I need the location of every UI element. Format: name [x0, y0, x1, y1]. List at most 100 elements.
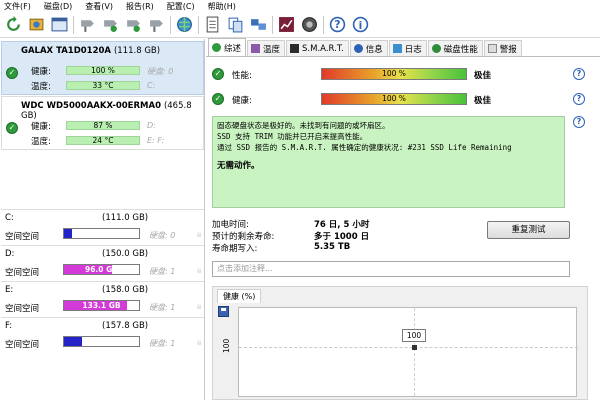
health-label: 健康: [31, 122, 51, 132]
log-icon [392, 44, 402, 53]
grip-icon: ⁞⁞ [197, 232, 201, 239]
volume-disk-note: 硬盘: 1 [149, 267, 176, 276]
toolbar-separator [272, 15, 273, 34]
performance-verdict: 极佳 [474, 71, 492, 81]
disk-item[interactable]: WDC WD5000AAKX-00ERMA0 (465.8 GB) ✓ 健康: … [1, 96, 204, 150]
menu-report[interactable]: 报告(R) [126, 1, 154, 12]
health-label: 健康: [31, 67, 51, 77]
tool1-icon[interactable] [77, 15, 97, 35]
health-bar: 100 % [321, 93, 467, 105]
tab-info[interactable]: 信息 [349, 40, 388, 56]
health-chart-panel: 健康 (%) 100 100 [212, 286, 588, 400]
tab-disk-performance[interactable]: 磁盘性能 [427, 40, 483, 56]
grip-icon: ⁞⁞ [197, 268, 201, 275]
comment-input[interactable]: 点击添加注释... [212, 261, 570, 277]
info-icon[interactable]: i [350, 15, 370, 35]
toolbar-separator [73, 15, 74, 34]
svg-text:i: i [358, 19, 362, 32]
menu-view[interactable]: 查看(V) [85, 1, 113, 12]
temperature-label: 温度: [31, 137, 51, 147]
health-bar: 100 % [66, 66, 140, 75]
status-ok-icon: ✓ [212, 68, 224, 80]
free-space-bar: 38.2 GB [63, 336, 140, 347]
y-axis-tick-label: 100 [222, 338, 231, 353]
lifetime-writes-label: 寿命期写入: [212, 244, 258, 254]
settings-icon[interactable] [26, 15, 46, 35]
remaining-life-label: 预计的剩余寿命: [212, 232, 275, 242]
volume-letter: F: [5, 321, 13, 331]
overview-icon [212, 43, 221, 52]
grid-line [239, 347, 578, 348]
volume-disk-note: 硬盘: 1 [149, 339, 176, 348]
health-chart: 100 [238, 307, 578, 397]
performance-bar: 100 % [321, 68, 467, 80]
menu-config[interactable]: 配置(C) [167, 1, 195, 12]
health-verdict: 极佳 [474, 96, 492, 106]
toolbar: ? i [0, 12, 600, 38]
window-icon[interactable] [49, 15, 69, 35]
power-on-time-label: 加电时间: [212, 220, 249, 230]
save-icon[interactable] [218, 306, 229, 317]
message-line: SSD 支持 TRIM 功能并已开启来提高性能。 [217, 132, 368, 141]
chart-tab-health[interactable]: 健康 (%) [217, 289, 262, 303]
tab-log[interactable]: 日志 [388, 40, 427, 56]
grip-icon: ⁞⁞ [197, 340, 201, 347]
tab-alerts[interactable]: 警报 [483, 40, 522, 56]
globe-icon[interactable] [174, 15, 194, 35]
temperature-bar: 24 °C [66, 136, 140, 145]
volume-letter: E: [5, 285, 14, 295]
disk-name: GALAX TA1D0120A (111.8 GB) [21, 46, 161, 56]
disk-item[interactable]: GALAX TA1D0120A (111.8 GB) ✓ 健康: 100 % 硬… [1, 41, 204, 95]
thermometer-icon [251, 44, 261, 53]
volume-letter: D: [5, 249, 15, 259]
menu-bar: 文件(F) 磁盘(D) 查看(V) 报告(R) 配置(C) 帮助(H) [0, 0, 600, 12]
menu-file[interactable]: 文件(F) [4, 1, 31, 12]
volume-capacity: (158.0 GB) [102, 285, 149, 295]
tab-bar: 综述 温度 S.M.A.R.T. 信息 日志 磁盘性能 警报 [206, 38, 600, 57]
help-icon[interactable]: ? [573, 68, 585, 80]
disk-note: 硬盘: 0 [147, 67, 174, 76]
page-icon[interactable] [202, 15, 222, 35]
free-space-bar: 96.0 GB [63, 264, 140, 275]
volume-item[interactable]: F: (157.8 GB) 空间空间 38.2 GB 硬盘: 1 ⁞⁞ [1, 317, 204, 353]
tool2-icon[interactable] [100, 15, 120, 35]
tool3-icon[interactable] [123, 15, 143, 35]
free-space-value: 38.2 GB [85, 337, 118, 346]
temperature-label: 温度: [31, 82, 51, 92]
refresh-icon[interactable] [3, 15, 23, 35]
help-icon[interactable]: ? [573, 93, 585, 105]
help-icon[interactable]: ? [573, 116, 585, 128]
svg-text:?: ? [334, 18, 340, 31]
tab-temperature[interactable]: 温度 [247, 40, 286, 56]
menu-help[interactable]: 帮助(H) [208, 1, 236, 12]
free-space-label: 空间空间 [5, 232, 40, 242]
tool4-icon[interactable] [146, 15, 166, 35]
chart-icon[interactable] [276, 15, 296, 35]
free-space-label: 空间空间 [5, 304, 40, 314]
copy-icon[interactable] [225, 15, 245, 35]
camera-icon[interactable] [299, 15, 319, 35]
message-line: 通过 SSD 报告的 S.M.A.R.T. 属性确定的健康状况: #231 SS… [217, 143, 512, 152]
volume-capacity: (157.8 GB) [102, 321, 149, 331]
disk-name: WDC WD5000AAKX-00ERMA0 (465.8 GB) [21, 101, 192, 121]
network-icon[interactable] [248, 15, 268, 35]
volume-item[interactable]: C: (111.0 GB) 空间空间 11.8 GB 硬盘: 0 ⁞⁞ [1, 209, 204, 245]
disk-partitions: E: F: [147, 136, 165, 145]
volume-capacity: (111.0 GB) [102, 213, 149, 223]
status-message-box: 固态硬盘状态是极好的。未找到有问题的或坏扇区。 SSD 支持 TRIM 功能并已… [212, 116, 565, 208]
tab-overview[interactable]: 综述 [208, 38, 247, 56]
info-icon [353, 44, 363, 53]
help-icon[interactable]: ? [327, 15, 347, 35]
data-point-label: 100 [402, 329, 426, 342]
menu-disk[interactable]: 磁盘(D) [44, 1, 72, 12]
free-space-label: 空间空间 [5, 268, 40, 278]
toolbar-separator [323, 15, 324, 34]
retest-button[interactable]: 重复测试 [487, 221, 570, 239]
free-space-bar: 11.8 GB [63, 228, 140, 239]
volume-capacity: (150.0 GB) [102, 249, 149, 259]
tab-smart[interactable]: S.M.A.R.T. [286, 40, 349, 56]
status-ok-icon: ✓ [6, 67, 18, 79]
volume-item[interactable]: D: (150.0 GB) 空间空间 96.0 GB 硬盘: 1 ⁞⁞ [1, 245, 204, 281]
data-point [412, 345, 417, 350]
volume-item[interactable]: E: (158.0 GB) 空间空间 133.1 GB 硬盘: 1 ⁞⁞ [1, 281, 204, 317]
